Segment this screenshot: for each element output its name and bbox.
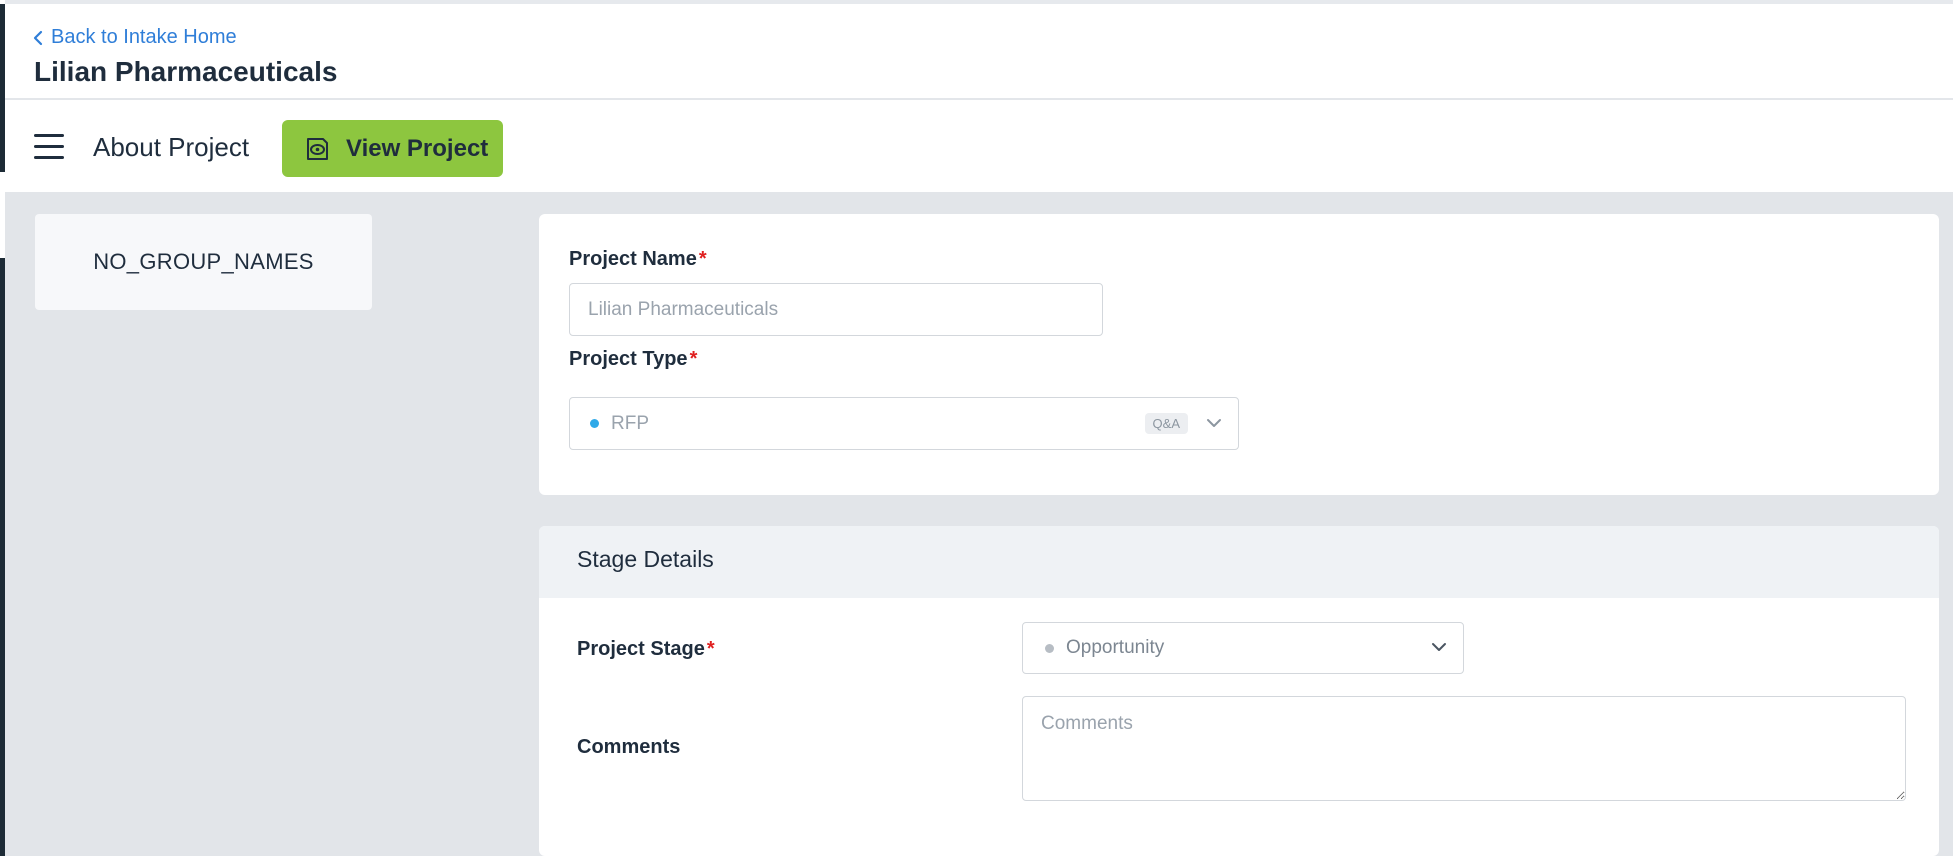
view-project-button[interactable]: View Project	[282, 120, 503, 177]
project-stage-label: Project Stage *	[577, 638, 715, 660]
toolbar: About Project View Project	[5, 100, 1953, 192]
stage-details-title: Stage Details	[577, 546, 714, 572]
project-type-select[interactable]: RFP Q&A	[569, 397, 1239, 450]
back-link[interactable]: Back to Intake Home	[33, 26, 237, 49]
project-name-label: Project Name *	[569, 248, 707, 270]
chevron-down-icon[interactable]	[1431, 639, 1447, 655]
project-type-value: RFP	[611, 412, 649, 434]
chevron-left-icon	[33, 30, 43, 45]
content-area: NO_GROUP_NAMES Project Name * Lilian Phar…	[5, 192, 1953, 856]
project-name-placeholder: Lilian Pharmaceuticals	[588, 298, 779, 320]
hamburger-menu-icon[interactable]	[34, 134, 64, 160]
view-eye-icon	[307, 137, 328, 160]
required-marker: *	[698, 248, 707, 270]
comments-label: Comments	[577, 736, 681, 758]
project-name-input[interactable]: Lilian Pharmaceuticals	[569, 283, 1103, 336]
project-info-card: Project Name * Lilian Pharmaceuticals Pro…	[539, 214, 1939, 495]
page-title: Lilian Pharmaceuticals	[34, 56, 338, 87]
comments-textarea[interactable]	[1022, 696, 1906, 801]
project-stage-value: Opportunity	[1066, 637, 1165, 658]
stage-details-header: Stage Details	[539, 526, 1939, 598]
status-dot	[1045, 643, 1054, 653]
qa-badge: Q&A	[1144, 413, 1188, 434]
view-project-label: View Project	[346, 134, 489, 162]
required-marker: *	[689, 348, 698, 370]
section-label: About Project	[93, 132, 250, 162]
required-marker: *	[706, 638, 715, 660]
stage-details-card: Stage Details Project Stage * Opportunity…	[539, 526, 1939, 856]
chevron-down-icon[interactable]	[1206, 415, 1222, 431]
project-type-label: Project Type *	[569, 348, 698, 370]
group-nav-item[interactable]: NO_GROUP_NAMES	[35, 214, 372, 310]
project-stage-select[interactable]: Opportunity	[1022, 622, 1464, 674]
page-header: Back to Intake Home Lilian Pharmaceutica…	[5, 4, 1953, 100]
status-dot	[590, 419, 599, 428]
back-link-label[interactable]: Back to Intake Home	[51, 26, 237, 49]
